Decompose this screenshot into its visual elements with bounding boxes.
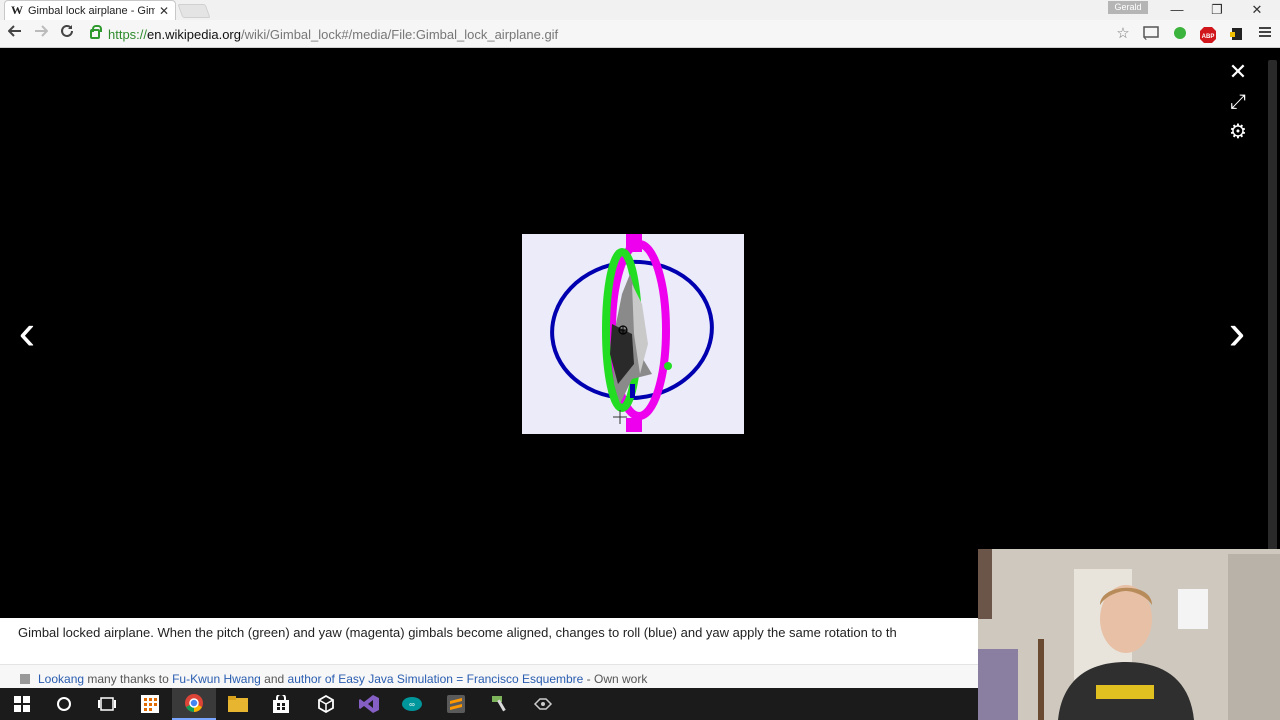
media-viewer: ✕ ⤢ ⚙ ‹ › <box>0 48 1280 618</box>
author-link[interactable]: Lookang <box>38 672 84 686</box>
tab-title: Gimbal lock airplane - Gim <box>28 4 155 17</box>
back-arrow-icon[interactable] <box>4 23 26 45</box>
license-icon <box>20 673 30 684</box>
credit-text-1: many thanks to <box>84 671 173 686</box>
menu-icon[interactable] <box>1257 26 1273 42</box>
gimbal-lock-image <box>522 234 744 434</box>
image-caption: Gimbal locked airplane. When the pitch (… <box>0 618 978 664</box>
cortana-circle-icon[interactable] <box>42 688 86 720</box>
new-tab-button[interactable] <box>177 4 211 18</box>
author-link-3[interactable]: author of Easy Java Simulation = Francis… <box>288 672 584 686</box>
store-grid-icon[interactable] <box>128 688 172 720</box>
webcam-overlay <box>978 549 1280 720</box>
image-credit: Lookang many thanks to Fu-Kwun Hwang and… <box>0 664 978 688</box>
close-icon[interactable]: ✕ <box>1226 60 1250 84</box>
star-icon[interactable]: ☆ <box>1115 26 1131 42</box>
adblock-icon[interactable]: ABP <box>1199 26 1216 43</box>
author-link-2[interactable]: Fu-Kwun Hwang <box>172 672 261 686</box>
svg-text:∞: ∞ <box>409 700 415 709</box>
forward-arrow-icon[interactable] <box>30 23 52 45</box>
browser-toolbar: https:// en.wikipedia.org /wiki/Gimbal_l… <box>0 20 1280 48</box>
credit-text-3: - Own work <box>583 671 648 686</box>
settings-gear-icon[interactable]: ⚙ <box>1226 120 1250 144</box>
profile-badge[interactable]: Gerald <box>1108 1 1148 14</box>
browser-tab[interactable]: W Gimbal lock airplane - Gim ✕ <box>4 0 176 20</box>
adblock-label: ABP <box>1202 34 1215 40</box>
credit-text-2: and <box>260 671 288 686</box>
wikipedia-favicon-icon: W <box>11 3 23 17</box>
store-bag-icon[interactable] <box>259 688 303 720</box>
minimize-button[interactable]: — <box>1157 0 1197 20</box>
unity-icon[interactable] <box>304 688 348 720</box>
windows-start-icon[interactable] <box>0 688 44 720</box>
cast-icon[interactable] <box>1143 26 1159 42</box>
close-window-button[interactable]: ✕ <box>1237 0 1277 20</box>
chrome-icon[interactable] <box>172 688 216 720</box>
url-host: en.wikipedia.org <box>147 26 241 42</box>
previous-image-button[interactable]: ‹ <box>10 307 44 360</box>
address-bar[interactable]: https:// en.wikipedia.org /wiki/Gimbal_l… <box>84 23 1144 45</box>
green-dot-icon[interactable] <box>1172 26 1188 42</box>
visual-studio-icon[interactable] <box>347 688 391 720</box>
task-view-icon[interactable] <box>85 688 129 720</box>
url-scheme: https:// <box>108 26 148 42</box>
arduino-icon[interactable]: ∞ <box>390 688 434 720</box>
sublime-icon[interactable] <box>434 688 478 720</box>
restore-button[interactable]: ❐ <box>1197 0 1237 20</box>
windows-taskbar: ∞ <box>0 688 978 720</box>
lock-icon <box>90 25 102 39</box>
reload-icon[interactable] <box>56 23 78 45</box>
git-icon[interactable] <box>521 688 565 720</box>
file-explorer-icon[interactable] <box>216 688 260 720</box>
extension-icon[interactable] <box>1229 26 1245 42</box>
url-path: /wiki/Gimbal_lock#/media/File:Gimbal_loc… <box>240 26 559 42</box>
hammer-icon[interactable] <box>478 688 522 720</box>
tab-close-icon[interactable]: ✕ <box>159 4 169 18</box>
next-image-button[interactable]: › <box>1220 307 1254 360</box>
tab-strip: W Gimbal lock airplane - Gim ✕ Gerald — … <box>0 0 1280 20</box>
fullscreen-icon[interactable]: ⤢ <box>1226 90 1250 114</box>
